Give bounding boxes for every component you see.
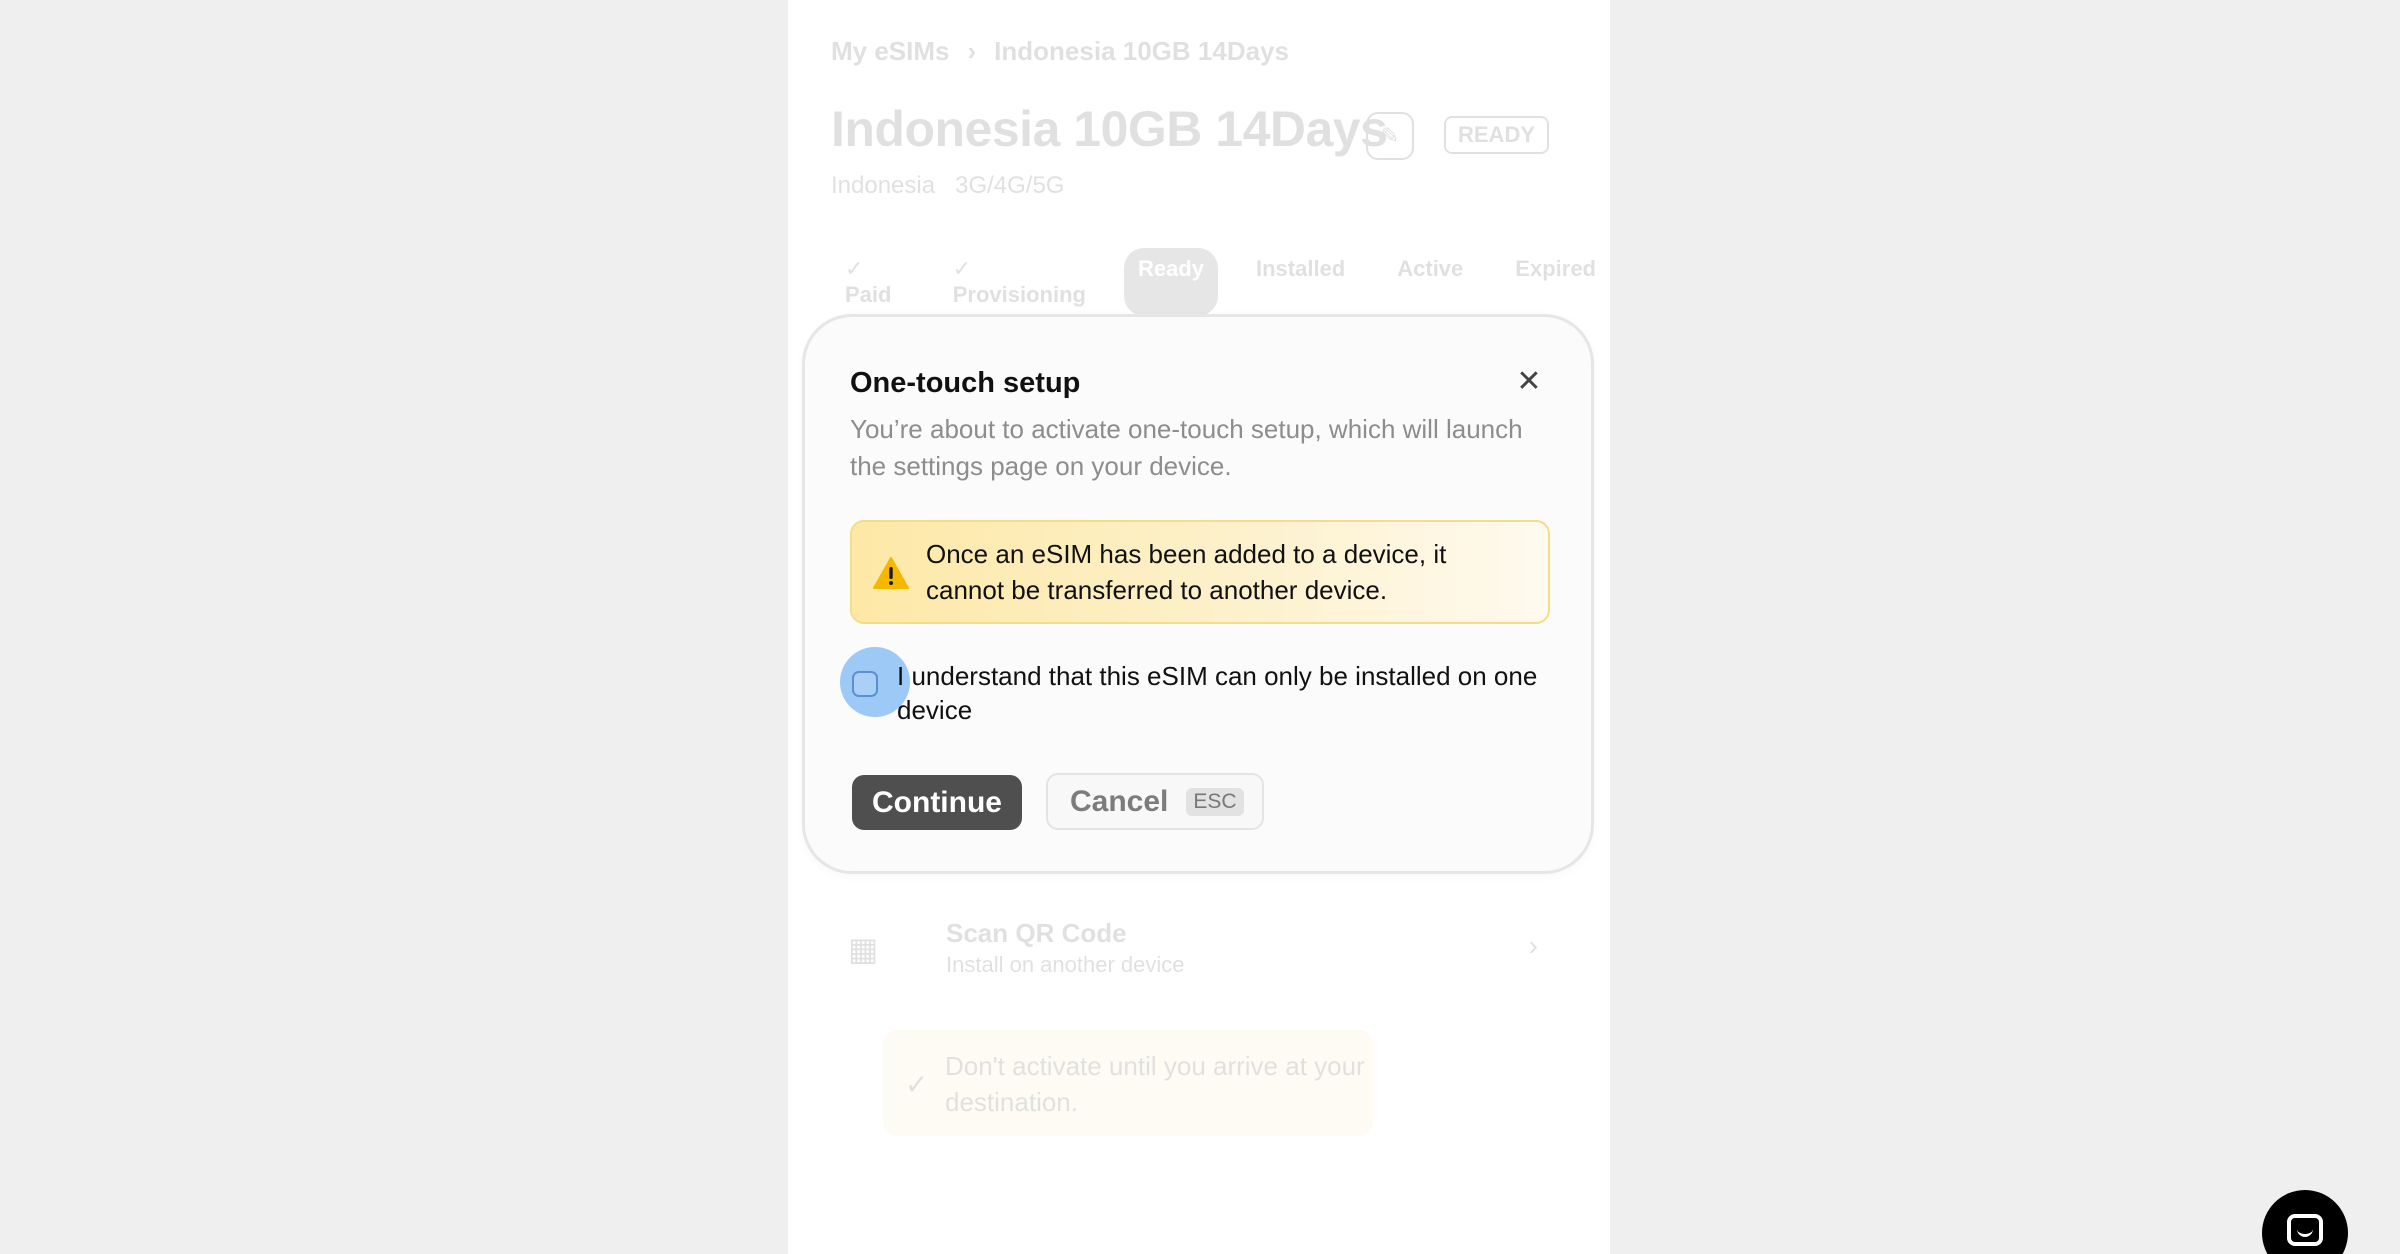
breadcrumb: My eSIMs › Indonesia 10GB 14Days [831, 36, 1289, 67]
scan-subtitle: Install on another device [946, 952, 1185, 977]
warning-banner: Once an eSIM has been added to a device,… [850, 520, 1550, 624]
esc-shortcut-badge: ESC [1186, 787, 1244, 816]
app-frame: My eSIMs › Indonesia 10GB 14Days Indonesia… [0, 0, 2400, 1254]
step-expired: Expired [1515, 256, 1596, 281]
dialog-description: You’re about to activate one-touch setup… [850, 414, 1523, 481]
acknowledge-row[interactable]: I understand that this eSIM can only be … [840, 647, 1550, 739]
pencil-icon: ✎ [1380, 123, 1400, 148]
step-installed: Installed [1256, 256, 1346, 281]
close-button[interactable]: ✕ [1511, 363, 1547, 399]
close-icon: ✕ [1516, 364, 1542, 398]
chat-button[interactable] [2262, 1190, 2348, 1254]
step-provisioning: ✓ Provisioning [952, 256, 1086, 307]
one-touch-setup-dialog: One-touch setup ✕ You’re about to activa… [802, 314, 1594, 874]
warning-icon [873, 557, 909, 589]
cancel-button[interactable]: Cancel ESC [1046, 773, 1264, 830]
acknowledge-checkbox[interactable] [852, 671, 878, 697]
chevron-right-icon: › [1528, 930, 1538, 961]
plan-subtitle: Indonesia 3G/4G/5G [831, 172, 1064, 200]
warning-text: Once an eSIM has been added to a device,… [926, 539, 1447, 605]
scan-qr-row[interactable]: ▦ Scan QR Code Install on another device… [848, 900, 1538, 990]
step-paid: ✓ Paid [845, 256, 892, 307]
cancel-label: Cancel [1070, 784, 1169, 818]
activation-tip: ✓ Don't activate until you arrive at you… [883, 1030, 1373, 1136]
network-label: 3G/4G/5G [955, 172, 1065, 199]
breadcrumb-separator: › [967, 36, 977, 66]
breadcrumb-current: Indonesia 10GB 14Days [994, 36, 1289, 66]
tip-text: Don't activate until you arrive at your … [945, 1051, 1365, 1117]
continue-button[interactable]: Continue [852, 775, 1022, 830]
edit-button[interactable]: ✎ [1366, 112, 1414, 160]
breadcrumb-parent[interactable]: My eSIMs [831, 36, 950, 66]
qr-code-icon: ▦ [848, 931, 879, 967]
check-icon: ✓ [905, 1069, 929, 1100]
chat-icon [2287, 1214, 2323, 1246]
country-label: Indonesia [831, 172, 936, 199]
page-title: Indonesia 10GB 14Days [831, 101, 1388, 157]
dialog-title: One-touch setup [850, 367, 1081, 399]
scan-title: Scan QR Code [946, 918, 1127, 948]
status-badge: READY [1444, 116, 1550, 154]
acknowledge-label[interactable]: I understand that this eSIM can only be … [897, 659, 1547, 727]
step-active: Active [1397, 256, 1464, 281]
status-steps: ✓ Paid ✓ Provisioning Ready Installed Ac… [831, 248, 1610, 316]
step-ready: Ready [1123, 248, 1218, 316]
